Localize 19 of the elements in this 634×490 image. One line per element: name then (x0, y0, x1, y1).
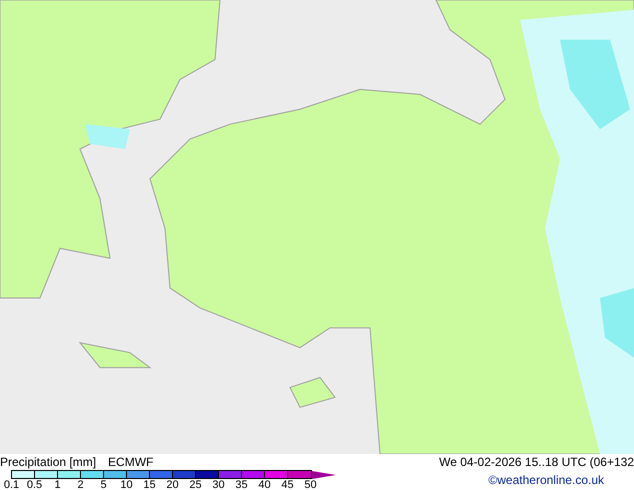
scale-label: 2 (76, 479, 85, 490)
scale-label: 0.5 (26, 479, 44, 490)
legend-title: Precipitation [mm] (0, 455, 96, 469)
scale-label: 30 (211, 479, 226, 490)
credit-link[interactable]: ©weatheronline.co.uk (488, 473, 604, 487)
scale-label: 20 (165, 479, 180, 490)
scale-label: 0.1 (2, 479, 20, 490)
model-name: ECMWF (108, 455, 154, 469)
scale-label: 45 (280, 479, 295, 490)
scale-label: 15 (142, 479, 157, 490)
scale-label: 25 (188, 479, 203, 490)
scale-label: 1 (53, 479, 62, 490)
scale-label: 10 (119, 479, 134, 490)
scale-label: 35 (234, 479, 249, 490)
scale-arrow-icon (312, 470, 336, 478)
scale-label: 40 (257, 479, 272, 490)
scale-label: 50 (303, 479, 318, 490)
valid-time: We 04-02-2026 15..18 UTC (06+132 (439, 455, 634, 469)
scale-label: 5 (99, 479, 108, 490)
